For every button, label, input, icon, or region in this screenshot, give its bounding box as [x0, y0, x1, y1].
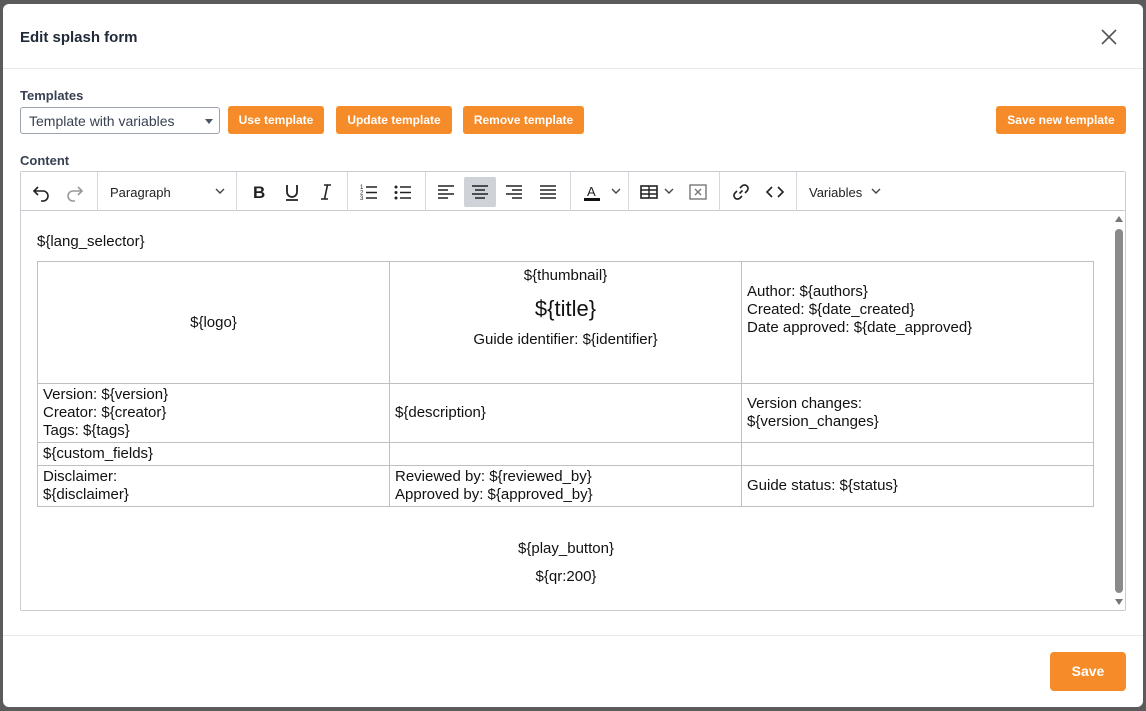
update-template-button[interactable]: Update template	[336, 106, 452, 134]
table-cell: ${custom_fields}	[37, 442, 390, 466]
table-cell	[389, 442, 742, 466]
variables-menu[interactable]: Variables	[809, 185, 862, 200]
logo-variable: ${logo}	[190, 313, 237, 331]
svg-text:3: 3	[360, 196, 364, 202]
editor-scrollbar[interactable]	[1113, 212, 1125, 610]
description-variable: ${description}	[395, 404, 486, 421]
table-cell: ${thumbnail} ${title} Guide identifier: …	[389, 261, 742, 384]
play-button-variable: ${play_button}	[518, 540, 614, 557]
tags-variable: Tags: ${tags}	[43, 422, 130, 439]
undo-icon[interactable]	[25, 177, 57, 207]
reviewed-by-variable: Reviewed by: ${reviewed_by}	[395, 468, 592, 485]
chevron-down-icon[interactable]	[663, 185, 675, 197]
creator-variable: Creator: ${creator}	[43, 404, 167, 421]
disclaimer-variable: ${disclaimer}	[43, 486, 129, 503]
align-center-icon[interactable]	[464, 177, 496, 207]
chevron-down-icon[interactable]	[610, 185, 622, 197]
toolbar-divider	[796, 172, 797, 211]
toolbar-divider	[570, 172, 571, 211]
toolbar-divider	[97, 172, 98, 211]
templates-label: Templates	[20, 88, 84, 103]
status-variable: Guide status: ${status}	[747, 477, 898, 494]
toolbar-divider	[236, 172, 237, 211]
identifier-variable: Guide identifier: ${identifier}	[473, 331, 658, 348]
table-row: Version: ${version} Creator: ${creator} …	[37, 383, 1094, 443]
table-cell: Guide status: ${status}	[741, 465, 1094, 507]
italic-icon[interactable]	[310, 177, 342, 207]
thumbnail-variable: ${thumbnail}	[523, 267, 608, 284]
dialog-title: Edit splash form	[20, 29, 138, 46]
version-changes-variable: ${version_changes}	[747, 413, 879, 430]
block-format-select[interactable]: Paragraph	[110, 185, 171, 200]
caret-down-icon	[205, 119, 213, 124]
authors-variable: Author: ${authors}	[747, 283, 868, 300]
disclaimer-label: Disclaimer:	[43, 468, 118, 485]
splash-template-table: ${logo} ${thumbnail} ${title} Guide iden…	[37, 261, 1094, 507]
toolbar-divider	[425, 172, 426, 211]
svg-text:B: B	[253, 183, 265, 202]
save-new-template-button[interactable]: Save new template	[996, 106, 1126, 134]
text-color-icon[interactable]: A	[576, 177, 608, 207]
dialog-footer	[3, 635, 1143, 707]
remove-format-icon[interactable]	[682, 177, 714, 207]
table-cell: ${logo}	[37, 261, 390, 384]
source-code-icon[interactable]	[759, 177, 791, 207]
close-icon[interactable]	[1099, 27, 1119, 47]
date-created-variable: Created: ${date_created}	[747, 301, 915, 318]
table-cell: ${description}	[389, 383, 742, 443]
table-icon[interactable]	[633, 177, 665, 207]
scroll-down-arrow-icon[interactable]	[1115, 599, 1123, 606]
table-row: ${custom_fields}	[37, 442, 1094, 466]
save-button[interactable]: Save	[1050, 652, 1126, 691]
scroll-up-arrow-icon[interactable]	[1115, 216, 1123, 223]
align-justify-icon[interactable]	[532, 177, 564, 207]
date-approved-variable: Date approved: ${date_approved}	[747, 319, 973, 336]
table-row: ${logo} ${thumbnail} ${title} Guide iden…	[37, 261, 1094, 384]
rich-text-editor: Paragraph B 123 A Variables ${lang_selec…	[20, 171, 1126, 611]
lang-selector-variable: ${lang_selector}	[37, 233, 145, 250]
align-left-icon[interactable]	[430, 177, 462, 207]
title-variable: ${title}	[534, 296, 597, 321]
approved-by-variable: Approved by: ${approved_by}	[395, 486, 593, 503]
chevron-down-icon	[215, 188, 225, 194]
version-variable: Version: ${version}	[43, 386, 169, 403]
table-cell: Reviewed by: ${reviewed_by} Approved by:…	[389, 465, 742, 507]
version-changes-label: Version changes:	[747, 395, 863, 412]
align-right-icon[interactable]	[498, 177, 530, 207]
qr-variable: ${qr:200}	[535, 568, 597, 585]
svg-text:A: A	[587, 184, 596, 199]
dialog-header: Edit splash form	[3, 4, 1143, 69]
bold-icon[interactable]: B	[242, 177, 274, 207]
table-row: Disclaimer: ${disclaimer} Reviewed by: $…	[37, 465, 1094, 507]
content-label: Content	[20, 153, 70, 168]
chevron-down-icon	[871, 188, 881, 194]
custom-fields-variable: ${custom_fields}	[43, 445, 154, 462]
editor-toolbar: Paragraph B 123 A Variables	[21, 172, 1125, 211]
template-select[interactable]: Template with variables	[20, 107, 220, 134]
underline-icon[interactable]	[276, 177, 308, 207]
toolbar-divider	[719, 172, 720, 211]
link-icon[interactable]	[725, 177, 757, 207]
numbered-list-icon[interactable]: 123	[353, 177, 385, 207]
redo-icon[interactable]	[59, 177, 91, 207]
toolbar-divider	[347, 172, 348, 211]
use-template-button[interactable]: Use template	[228, 106, 324, 134]
scrollbar-thumb[interactable]	[1115, 229, 1123, 593]
edit-splash-form-dialog: Edit splash form Templates Template with…	[3, 4, 1143, 707]
table-cell: Version: ${version} Creator: ${creator} …	[37, 383, 390, 443]
editor-content[interactable]: ${lang_selector} ${logo} ${thumbnail} ${…	[21, 212, 1111, 610]
template-select-value: Template with variables	[29, 113, 175, 129]
remove-template-button[interactable]: Remove template	[463, 106, 584, 134]
table-cell	[741, 442, 1094, 466]
bullet-list-icon[interactable]	[387, 177, 419, 207]
table-cell: Author: ${authors} Created: ${date_creat…	[741, 261, 1094, 384]
table-cell: Disclaimer: ${disclaimer}	[37, 465, 390, 507]
toolbar-divider	[628, 172, 629, 211]
table-cell: Version changes: ${version_changes}	[741, 383, 1094, 443]
